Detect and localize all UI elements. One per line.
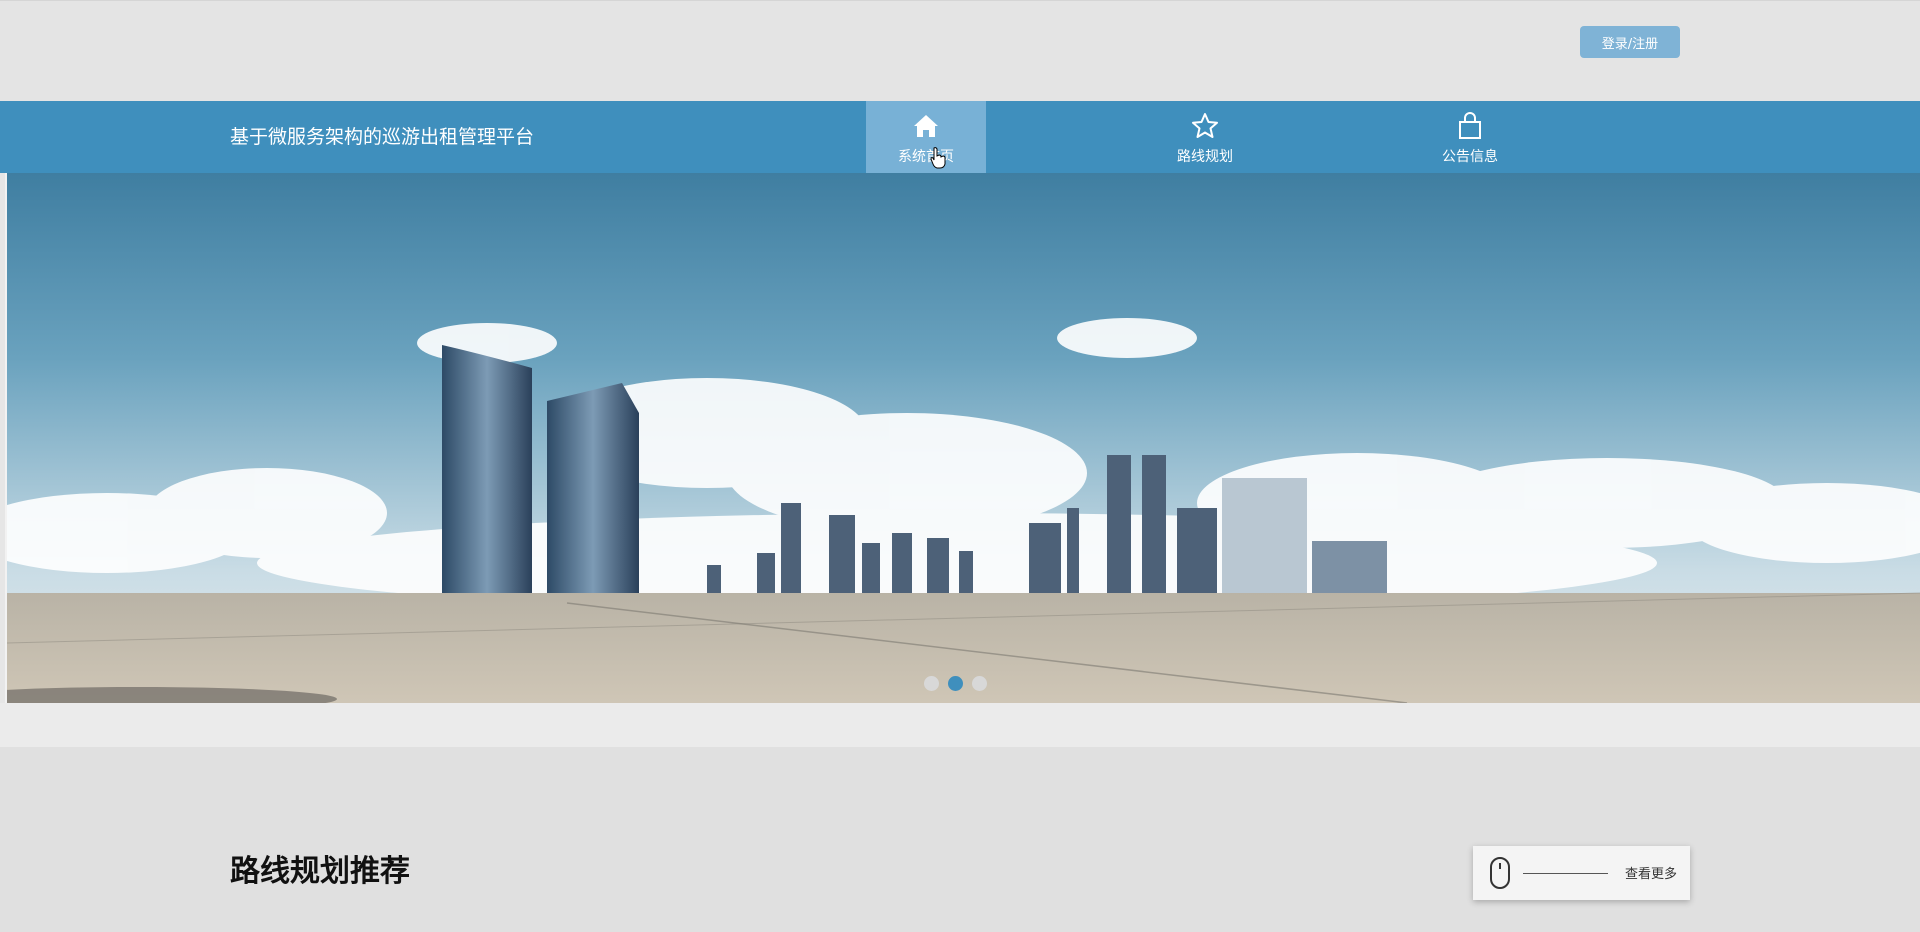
divider-line — [1523, 873, 1608, 874]
nav-item-label: 系统首页 — [898, 149, 954, 165]
nav-item-label: 公告信息 — [1442, 149, 1498, 165]
hand-pointer-icon — [930, 147, 946, 169]
carousel-dot-3[interactable] — [972, 676, 987, 691]
city-skyline-image — [7, 173, 1920, 703]
login-register-button[interactable]: 登录/注册 — [1580, 26, 1680, 58]
home-icon — [914, 115, 938, 137]
nav-item-announcements[interactable]: 公告信息 — [1410, 101, 1530, 173]
main-navbar: 基于微服务架构的巡游出租管理平台 系统首页 路线规划 公告信息 — [0, 101, 1920, 173]
star-icon — [1192, 113, 1218, 138]
carousel-dot-2[interactable] — [948, 676, 963, 691]
nav-item-label: 路线规划 — [1177, 149, 1233, 165]
nav-item-route-planning[interactable]: 路线规划 — [1145, 101, 1265, 173]
carousel-indicators — [924, 676, 987, 691]
shopping-bag-icon — [1459, 112, 1481, 139]
mouse-icon — [1490, 857, 1510, 889]
hero-carousel[interactable] — [5, 173, 1920, 703]
divider-band — [0, 703, 1920, 747]
carousel-dot-1[interactable] — [924, 676, 939, 691]
top-bar: 登录/注册 — [0, 0, 1920, 101]
view-more-label: 查看更多 — [1625, 867, 1678, 882]
view-more-button[interactable]: 查看更多 — [1473, 846, 1690, 900]
nav-item-home[interactable]: 系统首页 — [866, 101, 986, 173]
section-title: 路线规划推荐 — [230, 854, 410, 889]
content-area — [0, 747, 1920, 932]
site-title: 基于微服务架构的巡游出租管理平台 — [230, 126, 535, 148]
